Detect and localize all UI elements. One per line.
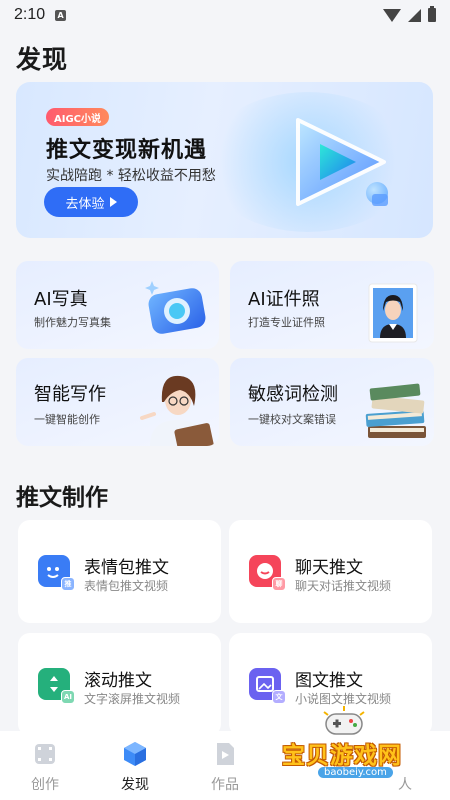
tool-title: 智能写作 xyxy=(34,384,106,405)
tuiwen-badge: AI xyxy=(61,690,75,704)
tool-card-sensitive-words[interactable]: 敏感词检测 一键校对文案错误 xyxy=(230,358,434,446)
tool-card-ai-portrait[interactable]: AI写真 制作魅力写真集 xyxy=(16,261,219,349)
arrow-right-icon xyxy=(109,197,117,207)
promo-banner[interactable]: AIGC小说 推文变现新机遇 实战陪跑 * 轻松收益不用愁 去体验 xyxy=(16,82,433,238)
tab-label: 作品 xyxy=(211,777,239,793)
tool-desc: 一键智能创作 xyxy=(34,413,100,426)
banner-cube xyxy=(372,194,388,206)
tab-works[interactable]: 作品 xyxy=(180,731,270,800)
page-title: 发现 xyxy=(16,45,69,74)
tab-create[interactable]: 创作 xyxy=(0,731,90,800)
tuiwen-badge: 聊 xyxy=(272,577,286,591)
id-photo-icon xyxy=(368,283,418,343)
tuiwen-desc: 文字滚屏推文视频 xyxy=(84,692,181,706)
tuiwen-title: 聊天推文 xyxy=(295,558,363,578)
tuiwen-title: 滚动推文 xyxy=(84,671,152,691)
tool-card-id-photo[interactable]: AI证件照 打造专业证件照 xyxy=(230,261,434,349)
writer-avatar-icon xyxy=(140,375,214,446)
tuiwen-desc: 小说图文推文视频 xyxy=(295,692,392,706)
books-icon xyxy=(365,383,426,438)
try-button[interactable]: 去体验 xyxy=(44,187,138,217)
chat-icon: 聊 xyxy=(249,555,286,591)
watermark-url: baobeiy.com xyxy=(318,767,393,778)
tuiwen-card-scroll[interactable]: AI 滚动推文 文字滚屏推文视频 xyxy=(18,633,221,736)
status-bar: 2:10 A xyxy=(0,0,450,30)
tab-discover[interactable]: 发现 xyxy=(90,731,180,800)
tuiwen-desc: 表情包推文视频 xyxy=(84,579,169,593)
tuiwen-title: 表情包推文 xyxy=(84,558,169,578)
tab-label: 创作 xyxy=(31,777,59,793)
banner-subtitle: 实战陪跑 * 轻松收益不用愁 xyxy=(46,168,216,184)
tab-label: 发现 xyxy=(121,777,149,793)
battery-icon xyxy=(428,6,436,22)
image-text-icon: 文 xyxy=(249,668,286,704)
banner-tag: AIGC小说 xyxy=(46,108,110,126)
watermark-text: 宝贝游戏网 xyxy=(282,743,402,769)
tool-card-smart-writing[interactable]: 智能写作 一键智能创作 xyxy=(16,358,219,446)
tuiwen-badge: 文 xyxy=(272,690,286,704)
wifi-icon xyxy=(383,8,401,22)
cube-icon xyxy=(124,742,146,766)
tuiwen-card-chat[interactable]: 聊 聊天推文 聊天对话推文视频 xyxy=(229,520,432,623)
tool-desc: 制作魅力写真集 xyxy=(34,316,111,329)
tool-title: AI证件照 xyxy=(248,289,320,310)
tool-desc: 一键校对文案错误 xyxy=(248,413,336,426)
film-icon xyxy=(35,744,55,764)
tool-title: AI写真 xyxy=(34,289,88,310)
camera-icon xyxy=(145,281,206,334)
tuiwen-card-emoji[interactable]: 推 表情包推文 表情包推文视频 xyxy=(18,520,221,623)
section-title: 推文制作 xyxy=(16,485,108,511)
emoji-icon: 推 xyxy=(38,555,75,591)
status-time: 2:10 xyxy=(14,6,46,23)
tuiwen-desc: 聊天对话推文视频 xyxy=(295,579,392,593)
tuiwen-title: 图文推文 xyxy=(295,671,363,691)
status-indicators xyxy=(383,6,436,22)
try-button-label: 去体验 xyxy=(65,196,105,212)
notification-icon: A xyxy=(55,9,67,21)
tuiwen-badge: 推 xyxy=(61,577,75,591)
scroll-icon: AI xyxy=(38,668,75,704)
play-file-icon xyxy=(217,743,234,765)
banner-title: 推文变现新机遇 xyxy=(46,138,208,163)
signal-icon xyxy=(408,8,421,22)
tool-title: 敏感词检测 xyxy=(248,384,338,405)
gamepad-icon xyxy=(323,706,365,735)
tool-desc: 打造专业证件照 xyxy=(248,316,325,329)
watermark: 宝贝游戏网 baobeiy.com xyxy=(274,706,424,786)
